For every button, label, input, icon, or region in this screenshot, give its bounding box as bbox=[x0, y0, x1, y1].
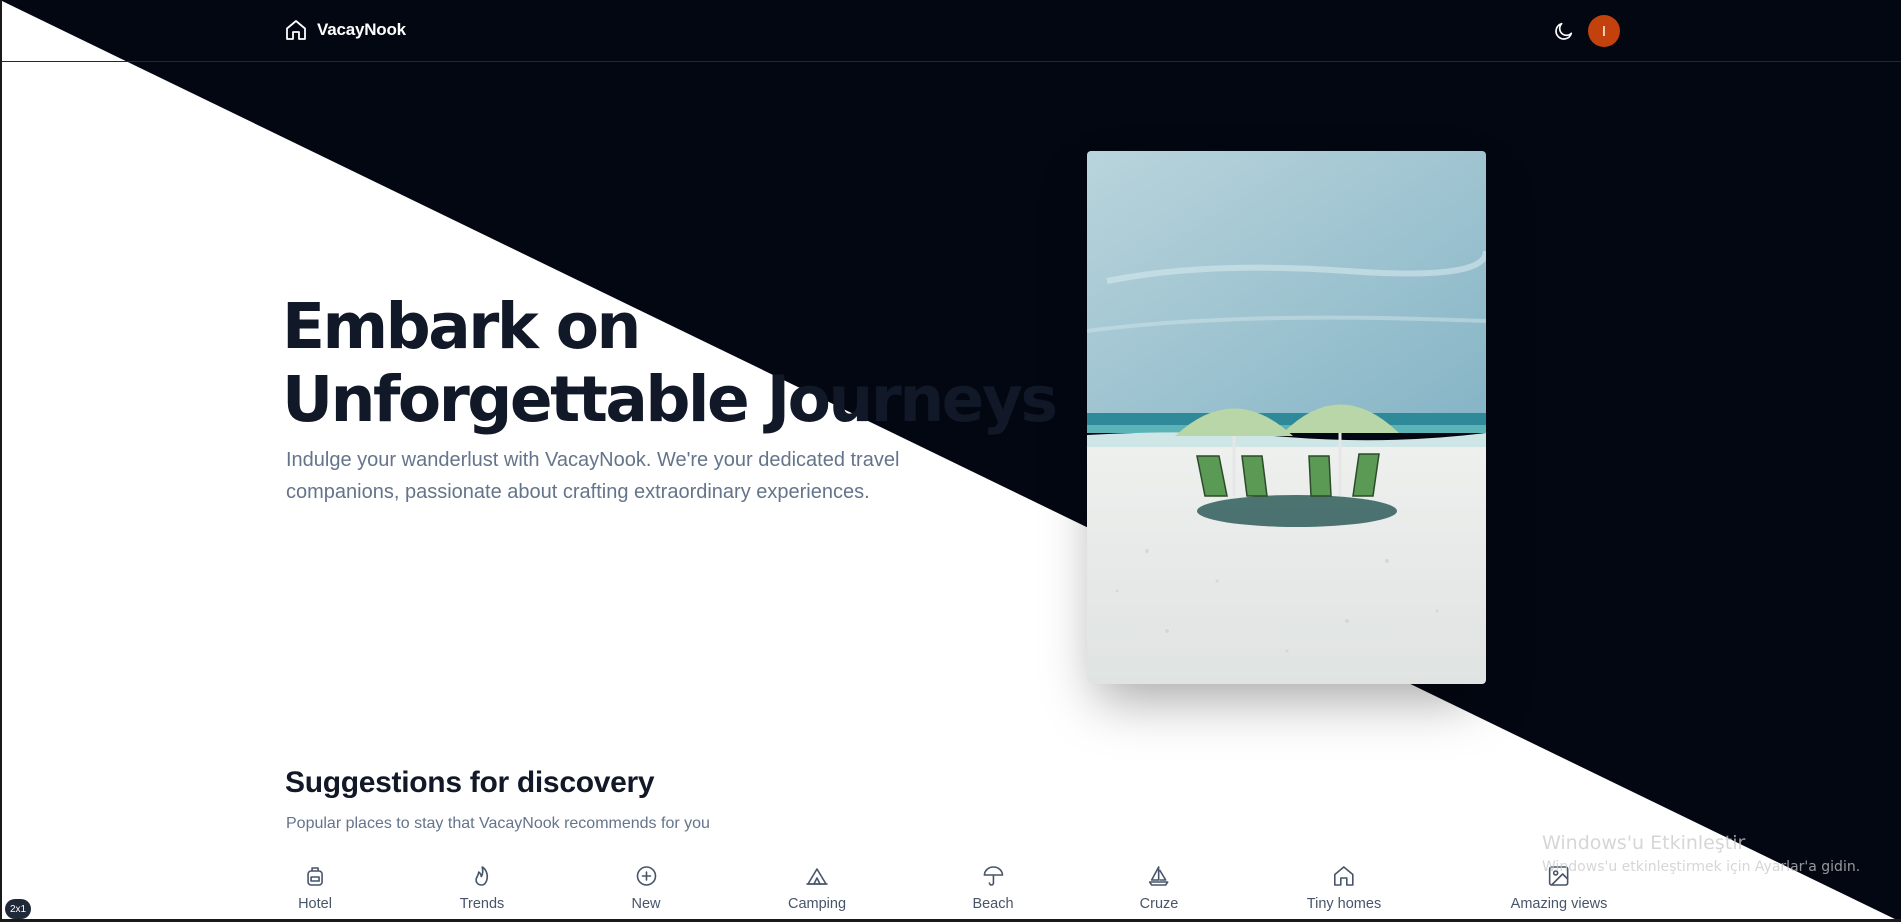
home-icon bbox=[286, 20, 306, 40]
hero-title-line-2-text: Unforgettable Journeys bbox=[282, 363, 1058, 436]
umbrella-icon bbox=[983, 866, 1003, 886]
windows-activation-subtitle: Windows'u etkinleştirmek için Ayarlar'a … bbox=[1542, 859, 1861, 875]
user-avatar-button[interactable]: I bbox=[1588, 15, 1620, 47]
top-navbar: VacayNook I bbox=[0, 0, 1901, 62]
hero-beach-image bbox=[1087, 151, 1486, 684]
category-beach[interactable]: Beach bbox=[972, 862, 1014, 912]
category-label: Beach bbox=[972, 896, 1014, 912]
category-label: Trends bbox=[459, 896, 505, 912]
hero-description: Indulge your wanderlust with VacayNook. … bbox=[286, 449, 900, 503]
category-cruze[interactable]: Cruze bbox=[1139, 862, 1179, 912]
category-label: Cruze bbox=[1139, 896, 1179, 912]
beach-umbrellas-illustration bbox=[1087, 151, 1486, 684]
sailboat-icon bbox=[1149, 866, 1169, 886]
brand-logo-link[interactable]: VacayNook bbox=[284, 18, 406, 42]
category-new[interactable]: New bbox=[631, 862, 661, 912]
hero-title-line-2: Unforgettable Journeys bbox=[282, 363, 1058, 436]
category-label: New bbox=[631, 896, 661, 912]
windows-activation-title: Windows'u Etkinleştir bbox=[1542, 832, 1746, 854]
tent-icon bbox=[806, 868, 828, 885]
moon-icon bbox=[1555, 22, 1573, 40]
home-icon bbox=[1334, 866, 1354, 886]
category-label: Amazing views bbox=[1510, 896, 1608, 912]
backpack-icon bbox=[307, 867, 323, 886]
category-camping[interactable]: Camping bbox=[788, 862, 846, 912]
category-trends[interactable]: Trends bbox=[459, 862, 505, 912]
category-label: Hotel bbox=[298, 896, 332, 912]
corner-badge: 2x1 bbox=[5, 899, 31, 919]
theme-toggle-button[interactable] bbox=[1551, 18, 1577, 44]
brand-name: VacayNook bbox=[317, 20, 406, 39]
category-label: Camping bbox=[787, 896, 847, 912]
category-tiny-homes[interactable]: Tiny homes bbox=[1307, 862, 1381, 912]
category-label: Tiny homes bbox=[1306, 896, 1382, 912]
suggestions-title: Suggestions for discovery bbox=[285, 766, 655, 799]
header-divider bbox=[0, 61, 1901, 62]
suggestions-subtitle: Popular places to stay that VacayNook re… bbox=[286, 815, 710, 832]
hero-title: Embark on Unforgettable Journeys bbox=[282, 290, 1058, 436]
plus-circle-icon bbox=[636, 866, 656, 886]
window-frame-left bbox=[0, 0, 2, 922]
flame-icon bbox=[475, 866, 489, 886]
hero-title-line-1: Embark on bbox=[282, 290, 641, 363]
category-hotel[interactable]: Hotel bbox=[298, 862, 332, 912]
